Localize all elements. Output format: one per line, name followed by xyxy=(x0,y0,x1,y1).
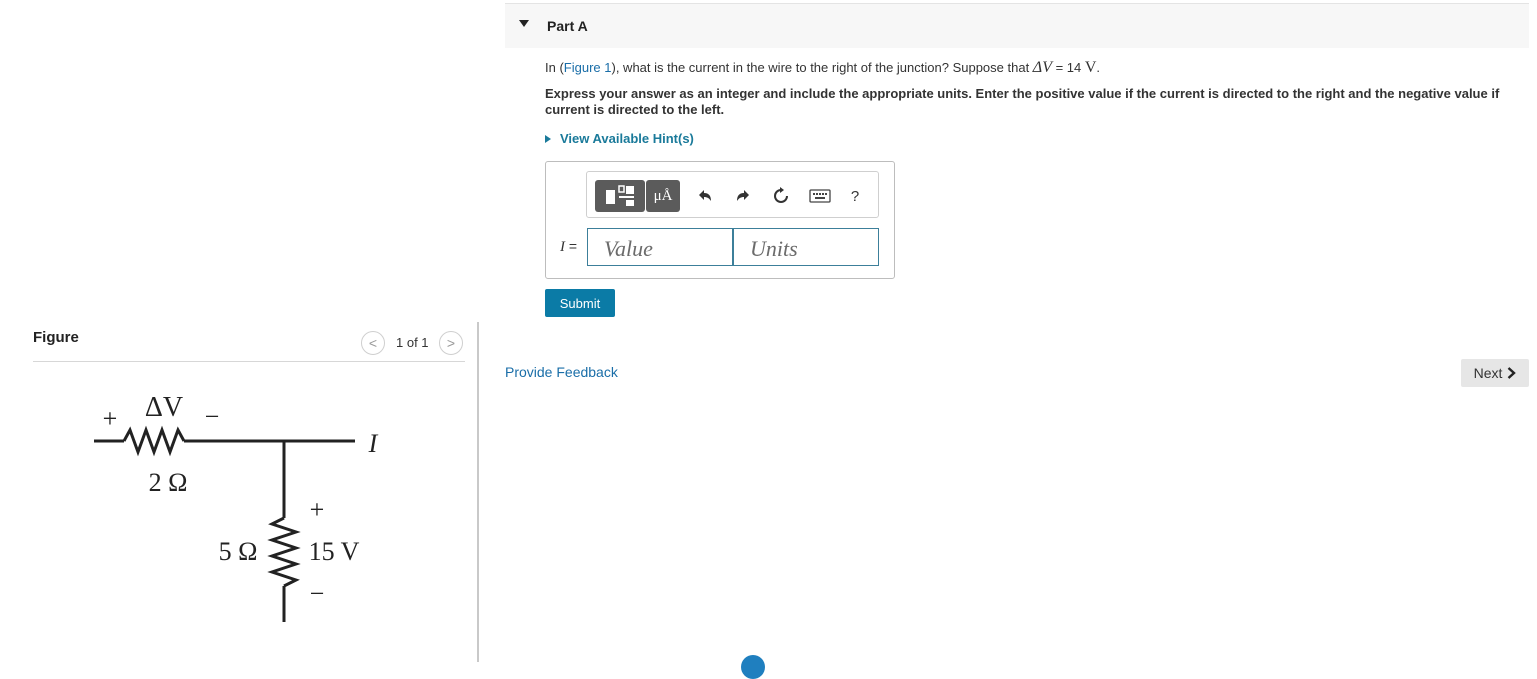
chevron-left-icon: < xyxy=(368,335,378,351)
provide-feedback-link[interactable]: Provide Feedback xyxy=(505,364,618,380)
scroll-indicator[interactable] xyxy=(741,655,765,679)
answer-toolbar: μÅ ? xyxy=(586,171,879,218)
voltage-plus-sign: + xyxy=(103,404,118,433)
caret-right-icon xyxy=(545,134,551,143)
resistor-bottom-label: 5 Ω xyxy=(219,537,258,566)
question-text: In (Figure 1), what is the current in th… xyxy=(545,59,1100,77)
figure-next-button[interactable]: > xyxy=(439,331,463,355)
question-middle: ), what is the current in the wire to th… xyxy=(611,60,1033,75)
part-header[interactable]: Part A xyxy=(505,3,1529,48)
figure-link[interactable]: Figure 1 xyxy=(564,60,612,75)
battery-label: 15 V xyxy=(309,537,360,566)
submit-button[interactable]: Submit xyxy=(545,289,615,317)
figure-panel: Figure < 1 of 1 > + ΔV − 2 Ω I 5 Ω + 15 … xyxy=(0,0,478,662)
help-icon[interactable]: ? xyxy=(845,186,865,206)
figure-prev-button[interactable]: < xyxy=(361,331,385,355)
answer-box: μÅ ? I = xyxy=(545,161,895,279)
units-palette-button[interactable]: μÅ xyxy=(646,180,680,212)
value-input[interactable] xyxy=(587,228,733,266)
answer-equals: = xyxy=(565,238,578,254)
question-end: . xyxy=(1096,60,1101,75)
templates-button[interactable] xyxy=(595,180,645,212)
reset-icon[interactable] xyxy=(771,186,791,206)
resistor-top-label: 2 Ω xyxy=(149,468,188,497)
circuit-diagram: + ΔV − 2 Ω I 5 Ω + 15 V − xyxy=(94,392,379,622)
chevron-right-icon: > xyxy=(446,335,456,351)
caret-down-icon[interactable] xyxy=(519,20,529,27)
voltage-minus-sign: − xyxy=(205,402,220,431)
resistor-bottom xyxy=(267,516,301,588)
figure-title: Figure xyxy=(33,329,79,346)
question-prefix: In ( xyxy=(545,60,564,75)
keyboard-icon[interactable] xyxy=(808,186,832,206)
units-input[interactable] xyxy=(733,228,879,266)
battery-minus-sign: − xyxy=(310,579,325,608)
redo-icon[interactable] xyxy=(733,186,753,206)
chevron-right-icon xyxy=(1508,367,1517,379)
instructions-text: Express your answer as an integer and in… xyxy=(545,86,1500,117)
figure-divider-rule xyxy=(33,361,465,362)
next-button[interactable]: Next xyxy=(1461,359,1529,387)
question-equals: = 14 xyxy=(1051,60,1085,75)
templates-icon xyxy=(606,185,634,206)
figure-counter: 1 of 1 xyxy=(396,335,429,350)
question-unit: V xyxy=(1084,59,1097,76)
resistor-top xyxy=(122,425,186,457)
voltage-label: ΔV xyxy=(145,392,183,423)
panel-divider xyxy=(477,322,479,662)
hint-label: View Available Hint(s) xyxy=(560,131,694,146)
current-label: I xyxy=(368,429,379,458)
answer-variable-label: I = xyxy=(560,238,577,256)
battery-plus-sign: + xyxy=(310,495,325,524)
question-math-var: ΔV xyxy=(1032,59,1052,76)
next-label: Next xyxy=(1473,365,1503,381)
view-hints-link[interactable]: View Available Hint(s) xyxy=(545,131,694,146)
part-title: Part A xyxy=(547,18,588,34)
undo-icon[interactable] xyxy=(695,186,715,206)
